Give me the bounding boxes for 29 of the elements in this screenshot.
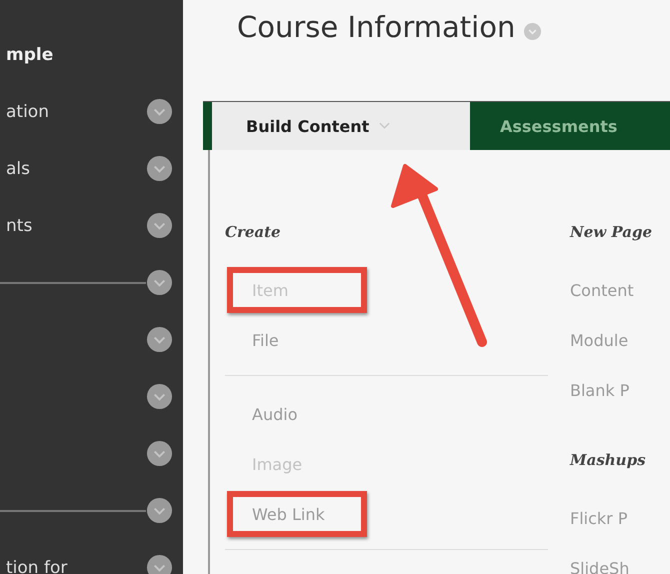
page-title: Course Information (237, 10, 516, 44)
menu-tab[interactable]: Assessments (470, 102, 652, 150)
menu-tab[interactable]: Build Content (212, 102, 470, 150)
sidebar-link[interactable]: als (6, 158, 146, 178)
menu-item[interactable]: Module (570, 330, 628, 350)
caret-icon (379, 122, 390, 130)
course-title[interactable]: mple (6, 44, 54, 64)
chevron-down-icon[interactable] (146, 212, 173, 239)
menu-item[interactable]: Flickr P (570, 508, 628, 528)
section-heading: New Page (570, 222, 654, 243)
chevron-down-icon[interactable] (146, 497, 173, 524)
chevron-down-icon[interactable] (146, 440, 173, 467)
sidebar-link[interactable]: nts (6, 216, 146, 236)
sidebar-link[interactable]: ation (6, 102, 146, 122)
chevron-down-icon[interactable] (146, 269, 173, 296)
chevron-down-icon[interactable] (146, 326, 173, 353)
section-heading: Create (225, 222, 282, 243)
sidebar-link[interactable]: tion for (6, 558, 146, 574)
menu-item[interactable]: Blank P (570, 380, 630, 400)
menu-item[interactable]: Audio (252, 404, 298, 424)
section-heading: Mashups (570, 450, 647, 471)
chevron-down-icon[interactable] (146, 554, 173, 574)
chevron-down-icon[interactable] (146, 155, 173, 182)
menu-item[interactable]: File (252, 330, 279, 350)
menu-item[interactable]: Content (570, 280, 634, 300)
menu-item[interactable]: Web Link (252, 504, 325, 524)
chevron-down-icon[interactable] (146, 98, 173, 125)
chevron-down-icon[interactable] (146, 383, 173, 410)
menu-item[interactable]: SlideSh (570, 558, 630, 574)
